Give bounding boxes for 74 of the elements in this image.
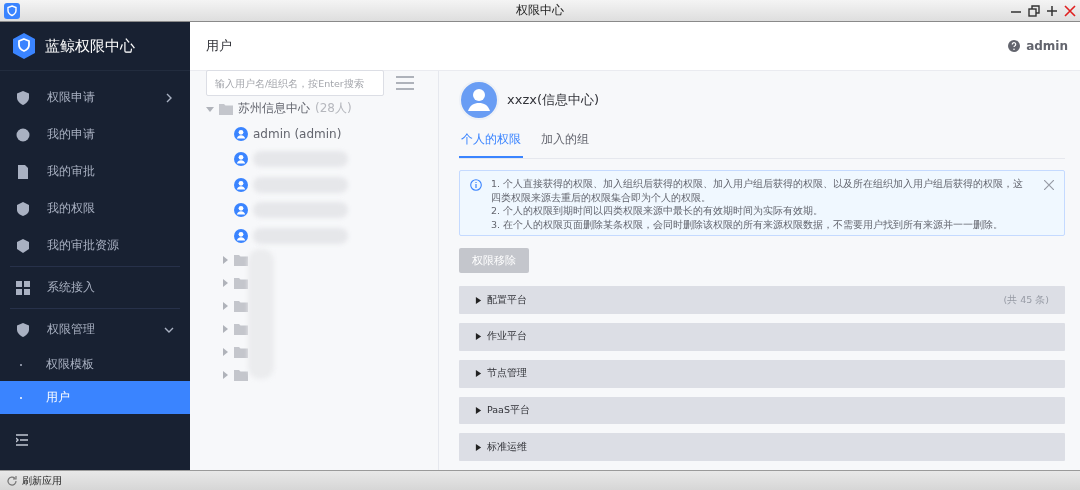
user-avatar-icon bbox=[234, 203, 248, 218]
refresh-app-link[interactable]: 刷新应用 bbox=[22, 473, 62, 488]
sidebar-item[interactable]: 我的审批 bbox=[0, 153, 190, 190]
app-name: 蓝鲸权限中心 bbox=[45, 36, 135, 56]
panel-title: 节点管理 bbox=[487, 367, 528, 381]
folder-icon bbox=[234, 369, 248, 381]
shield-icon bbox=[16, 322, 30, 337]
user-avatar-icon bbox=[234, 126, 248, 141]
caret-icon bbox=[475, 333, 482, 341]
sidebar-subitem[interactable]: 权限模板 bbox=[0, 348, 190, 381]
sidebar-subitem[interactable]: 用户 bbox=[0, 381, 190, 414]
shield-icon bbox=[16, 90, 30, 105]
panel-count: (共 45 条) bbox=[1003, 293, 1049, 307]
panel-title: 标准运维 bbox=[487, 440, 528, 454]
panel-title: 作业平台 bbox=[487, 330, 528, 344]
window-title: 权限中心 bbox=[516, 2, 564, 19]
shield-icon bbox=[4, 2, 20, 19]
close-icon[interactable] bbox=[1064, 4, 1076, 17]
caret-icon bbox=[475, 370, 482, 378]
user-avatar-icon bbox=[234, 177, 248, 192]
folder-icon bbox=[219, 102, 233, 115]
user-avatar-icon bbox=[234, 152, 248, 167]
collapse-panel[interactable]: 作业平台 bbox=[459, 323, 1065, 351]
grid-icon bbox=[16, 280, 30, 295]
folder-icon bbox=[234, 300, 248, 312]
sidebar-item[interactable]: 权限管理 bbox=[0, 311, 190, 348]
caret-icon[interactable] bbox=[206, 104, 214, 113]
collapse-panel[interactable]: 标准运维 bbox=[459, 433, 1065, 461]
caret-icon bbox=[475, 406, 482, 414]
avatar-icon bbox=[459, 79, 499, 120]
caret-icon[interactable] bbox=[221, 325, 229, 333]
doc-icon bbox=[16, 164, 30, 179]
caret-icon[interactable] bbox=[221, 302, 229, 310]
sidebar-item[interactable]: 我的权限 bbox=[0, 190, 190, 227]
user-name[interactable]: admin bbox=[1026, 39, 1068, 53]
caret-icon[interactable] bbox=[221, 279, 229, 287]
search-field[interactable]: 输入用户名/组织名，按Enter搜索 bbox=[206, 70, 384, 96]
folder-icon bbox=[234, 323, 248, 335]
sidebar-item[interactable]: 我的审批资源 bbox=[0, 227, 190, 264]
sidebar-item[interactable]: 我的申请 bbox=[0, 116, 190, 153]
close-icon[interactable] bbox=[1044, 180, 1054, 191]
tab[interactable]: 加入的组 bbox=[539, 128, 591, 159]
notice-text: 3. 在个人的权限页面删除某条权限，会同时删除该权限的所有来源权限数据，不需要用户找到所有来源并一一删除。 bbox=[491, 218, 1005, 232]
caret-icon[interactable] bbox=[221, 256, 229, 264]
menu-icon[interactable] bbox=[396, 76, 414, 90]
notice-text: 2. 个人的权限到期时间以四类权限来源中最长的有效期时间为实际有效期。 bbox=[491, 204, 825, 218]
refresh-icon[interactable] bbox=[6, 474, 18, 487]
tab[interactable]: 个人的权限 bbox=[459, 128, 523, 159]
profile-name: xxzx(信息中心) bbox=[507, 90, 600, 109]
collapse-menu-icon[interactable] bbox=[16, 434, 28, 446]
restore-icon[interactable] bbox=[1028, 4, 1040, 17]
notice-text: 1. 个人直接获得的权限、加入组织后获得的权限、加入用户组后获得的权限、以及所在组织加入用户组后获得的权限，这四类权限来源去重后的权限集合即为个人的权限。 bbox=[491, 177, 1025, 205]
plus-icon[interactable] bbox=[1046, 4, 1058, 17]
panel-title: PaaS平台 bbox=[487, 403, 531, 417]
caret-icon[interactable] bbox=[221, 371, 229, 379]
shield-logo-icon bbox=[12, 33, 36, 59]
collapse-panel[interactable]: PaaS平台 bbox=[459, 396, 1065, 425]
folder-icon bbox=[234, 254, 248, 266]
caret-icon bbox=[475, 296, 482, 304]
tree-node[interactable]: 苏州信息中心 (28人) bbox=[204, 96, 424, 121]
page-title: 用户 bbox=[206, 37, 233, 55]
info-icon bbox=[470, 179, 482, 192]
user-avatar-icon bbox=[234, 228, 248, 243]
help-icon[interactable] bbox=[1008, 40, 1021, 52]
caret-icon[interactable] bbox=[221, 348, 229, 356]
sidebar-item[interactable]: 系统接入 bbox=[0, 269, 190, 306]
tree-user[interactable]: admin (admin) bbox=[253, 126, 342, 141]
folder-icon bbox=[234, 277, 248, 289]
collapse-panel[interactable]: 节点管理 bbox=[459, 359, 1065, 388]
folder-icon bbox=[234, 346, 248, 358]
sidebar-item[interactable]: 权限申请 bbox=[0, 79, 190, 116]
caret-icon bbox=[475, 443, 482, 451]
panel-title: 配置平台 bbox=[487, 293, 528, 307]
collapse-panel[interactable]: 配置平台 (共 45 条) bbox=[459, 286, 1065, 314]
